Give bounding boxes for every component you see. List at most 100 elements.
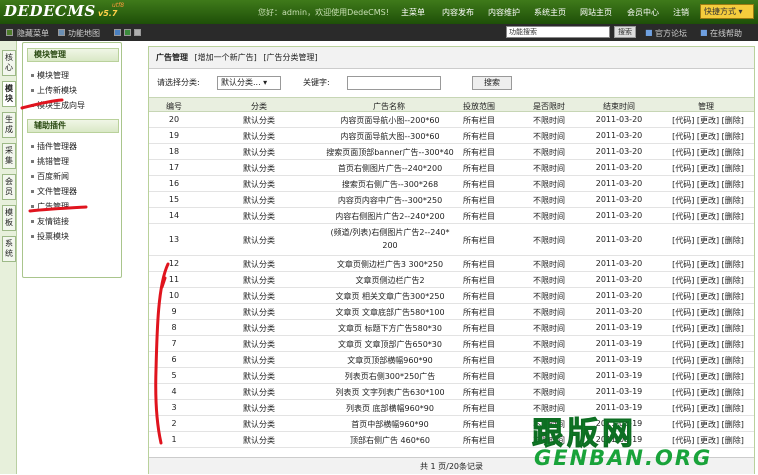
cell-manage-links[interactable]: [代码] [更改] [删除]	[666, 147, 750, 158]
logo: DEDECMS	[4, 2, 96, 20]
cell-manage-links[interactable]: [代码] [更改] [删除]	[666, 291, 750, 302]
cell-manage-links[interactable]: [代码] [更改] [删除]	[666, 259, 750, 270]
theme-green-icon[interactable]	[124, 29, 131, 36]
table-row: 15 默认分类 内容页内容中广告--300*250 所有栏目 不限时间 2011-03-2…	[149, 192, 754, 208]
cell-category: 默认分类	[243, 372, 275, 381]
keyword-input[interactable]	[347, 76, 441, 90]
help-link[interactable]: 在线帮助	[710, 28, 742, 39]
cell-manage-links[interactable]: [代码] [更改] [删除]	[666, 275, 750, 286]
table-row: 11 默认分类 文章页侧边栏广告2 所有栏目 不限时间 2011-03-20 [代码] [更…	[149, 272, 754, 288]
section-header-plugins[interactable]: 辅助插件	[27, 119, 119, 133]
theme-gray-icon[interactable]	[134, 29, 141, 36]
cell-scope: 所有栏目	[463, 308, 495, 317]
menu-item-module-wizard[interactable]: 模块生成向导	[31, 100, 85, 111]
menu-item-upload-module[interactable]: 上传新模块	[31, 85, 77, 96]
cell-manage-links[interactable]: [代码] [更改] [删除]	[666, 339, 750, 350]
menu-item-error-manage[interactable]: 挑错管理	[31, 156, 69, 167]
cell-end-time: 2011-03-20	[595, 235, 643, 244]
cell-category: 默认分类	[243, 164, 275, 173]
function-search-input[interactable]	[506, 26, 610, 38]
cell-id: 10	[168, 291, 180, 300]
menu-item-vote-module[interactable]: 投票模块	[31, 231, 69, 242]
cell-manage-links[interactable]: [代码] [更改] [删除]	[666, 387, 750, 398]
forum-link[interactable]: 官方论坛	[655, 28, 687, 39]
category-select[interactable]: 默认分类... ▾	[217, 76, 281, 90]
table-row: 6 默认分类 文章页顶部横幅960*90 所有栏目 不限时间 2011-03-19 [代码]…	[149, 352, 754, 368]
cell-id: 7	[171, 339, 177, 348]
cell-manage-links[interactable]: [代码] [更改] [删除]	[666, 355, 750, 366]
table-row: 8 默认分类 文章页 标题下方广告580*30 所有栏目 不限时间 2011-03-19 […	[149, 320, 754, 336]
ad-category-link[interactable]: [广告分类管理]	[263, 53, 317, 62]
side-tab-module[interactable]: 模块	[2, 81, 16, 107]
cell-end-time: 2011-03-20	[595, 115, 643, 124]
menu-item-plugin-manager[interactable]: 插件管理器	[31, 141, 77, 152]
cell-timed: 不限时间	[533, 308, 565, 317]
cell-timed: 不限时间	[533, 196, 565, 205]
cell-scope: 所有栏目	[463, 260, 495, 269]
content-header: 广告管理 [增加一个新广告] [广告分类管理]	[149, 47, 754, 69]
cell-manage-links[interactable]: [代码] [更改] [删除]	[666, 211, 750, 222]
nav-member-center[interactable]: 会员中心	[627, 7, 659, 18]
cell-manage-links[interactable]: [代码] [更改] [删除]	[666, 323, 750, 334]
search-button[interactable]: 搜索	[472, 76, 512, 90]
cell-end-time: 2011-03-20	[595, 259, 643, 268]
nav-publish[interactable]: 内容发布	[442, 7, 474, 18]
add-ad-link[interactable]: [增加一个新广告]	[195, 53, 257, 62]
function-search-button[interactable]: 搜索	[614, 26, 636, 38]
cell-manage-links[interactable]: [代码] [更改] [删除]	[666, 307, 750, 318]
side-tab-generate[interactable]: 生成	[2, 112, 16, 138]
quick-menu-button[interactable]: 快捷方式 ▾	[700, 4, 754, 19]
cell-timed: 不限时间	[533, 276, 565, 285]
cell-category: 默认分类	[243, 388, 275, 397]
cell-scope: 所有栏目	[463, 212, 495, 221]
welcome-text: 您好：admin，欢迎使用DedeCMS!	[258, 8, 389, 17]
side-tab-member[interactable]: 会员	[2, 174, 16, 200]
cell-category: 默认分类	[243, 436, 275, 445]
cell-end-time: 2011-03-20	[595, 179, 643, 188]
cell-ad-name: 文章页 相关文章广告300*250	[335, 292, 445, 301]
menu-item-baidu-news[interactable]: 百度新闻	[31, 171, 69, 182]
nav-logout[interactable]: 注销	[673, 7, 689, 18]
cell-ad-name: 首页中部横幅960*90	[351, 420, 429, 429]
cell-ad-name-line2: 200	[382, 241, 398, 250]
menu-item-friend-links[interactable]: 友情链接	[31, 216, 69, 227]
cell-id: 13	[168, 235, 180, 244]
hide-menu-link[interactable]: 隐藏菜单	[17, 28, 49, 39]
side-tab-template[interactable]: 模板	[2, 205, 16, 231]
cell-manage-links[interactable]: [代码] [更改] [删除]	[666, 163, 750, 174]
section-header-modules[interactable]: 模块管理	[27, 48, 119, 62]
cell-manage-links[interactable]: [代码] [更改] [删除]	[666, 371, 750, 382]
side-tab-core[interactable]: 核心	[2, 50, 16, 76]
cell-scope: 所有栏目	[463, 388, 495, 397]
nav-maintain[interactable]: 内容维护	[488, 7, 520, 18]
cell-timed: 不限时间	[533, 164, 565, 173]
side-tab-collect[interactable]: 采集	[2, 143, 16, 169]
cell-scope: 所有栏目	[463, 404, 495, 413]
site-map-link[interactable]: 功能地图	[68, 28, 100, 39]
cell-manage-links[interactable]: [代码] [更改] [删除]	[666, 115, 750, 126]
cell-category: 默认分类	[243, 292, 275, 301]
col-end-time: 结束时间	[603, 102, 635, 111]
nav-system-home[interactable]: 系统主页	[534, 7, 566, 18]
cell-manage-links[interactable]: [代码] [更改] [删除]	[666, 195, 750, 206]
cell-manage-links[interactable]: [代码] [更改] [删除]	[666, 179, 750, 190]
cell-timed: 不限时间	[533, 372, 565, 381]
side-tab-system[interactable]: 系统	[2, 236, 16, 262]
menu-item-module-manage[interactable]: 模块管理	[31, 70, 69, 81]
nav-main-menu[interactable]: 主菜单	[401, 7, 425, 18]
table-row: 9 默认分类 文章页 文章底部广告580*100 所有栏目 不限时间 2011-03-20…	[149, 304, 754, 320]
cell-id: 17	[168, 163, 180, 172]
nav-site-home[interactable]: 网站主页	[580, 7, 612, 18]
cell-scope: 所有栏目	[463, 420, 495, 429]
cell-end-time: 2011-03-19	[595, 323, 643, 332]
cell-scope: 所有栏目	[463, 356, 495, 365]
cell-id: 6	[171, 355, 177, 364]
cell-timed: 不限时间	[533, 132, 565, 141]
theme-blue-icon[interactable]	[114, 29, 121, 36]
menu-item-ad-manage[interactable]: 广告管理	[31, 201, 69, 212]
cell-scope: 所有栏目	[463, 180, 495, 189]
menu-item-file-manager[interactable]: 文件管理器	[31, 186, 77, 197]
cell-scope: 所有栏目	[463, 148, 495, 157]
cell-manage-links[interactable]: [代码] [更改] [删除]	[666, 131, 750, 142]
cell-manage-links[interactable]: [代码] [更改] [删除]	[666, 235, 750, 246]
